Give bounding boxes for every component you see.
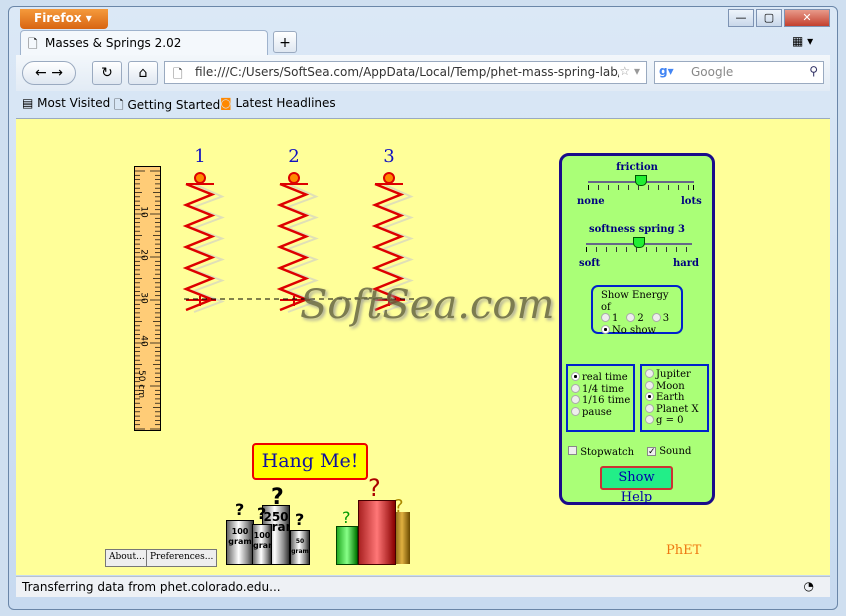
radio-2[interactable]: 2 [626,313,644,324]
ruler-label: 40 [138,335,149,347]
weight-50-gram[interactable]: 50 gram [290,530,310,565]
new-tab-button[interactable]: + [273,31,297,53]
ruler[interactable]: 10 20 30 40 50 cm [134,166,161,431]
radio-real-time[interactable]: real time [571,372,633,384]
firefox-menu-button[interactable]: Firefox ▾ [20,9,108,29]
search-input[interactable]: g▾ Google ⚲ [654,61,824,84]
energy-box: Show Energy of 1 2 3 No show [591,285,683,337]
preferences-button[interactable]: Preferences... [146,549,218,567]
reload-button[interactable]: ↻ [92,61,122,85]
page-icon: 🗋 [173,67,183,81]
spring-label: 2 [288,146,299,167]
search-icon[interactable]: ⚲ [809,64,818,78]
hook-icon: ? [295,510,305,529]
bookmark-getting-started[interactable]: 🗋 Getting Started [114,96,220,117]
spring-hook-3 [383,172,395,184]
watermark: SoftSea.com [300,282,555,328]
mass-gold[interactable] [394,512,410,564]
hook-icon: ? [368,474,381,502]
radio-1[interactable]: 1 [601,313,618,324]
radio-no-show[interactable]: No show [601,324,681,337]
radio-1-4-time[interactable]: 1/4 time [571,383,633,396]
maximize-button[interactable]: ▢ [756,9,782,27]
softness-max-label: hard [673,258,700,269]
hook-icon: ? [342,508,351,527]
control-panel: friction none lots softness spring 3 sof… [559,153,715,505]
spring-label: 1 [194,146,205,167]
stopwatch-checkbox[interactable]: Stopwatch [568,446,634,458]
hook-icon: ? [257,504,267,523]
close-button[interactable]: ✕ [784,9,830,27]
radio-1-16-time[interactable]: 1/16 time [571,395,633,407]
energy-title: Show Energy of [601,290,669,313]
mass-green[interactable] [336,526,358,565]
radio-g-0[interactable]: g = 0 [645,415,707,427]
weight-100-gram[interactable]: 100gram [252,524,272,565]
loading-icon: ◔ [803,579,814,593]
bookmark-most-visited[interactable]: ▤ Most Visited [22,96,110,110]
bookmark-latest-headlines[interactable]: ◙ Latest Headlines [220,96,336,110]
minimize-button[interactable]: — [728,9,754,27]
address-bar[interactable]: 🗋 file:///C:/Users/SoftSea.com/AppData/Lo… [164,61,647,84]
ruler-label: 10 [138,206,149,218]
ruler-label: 20 [138,249,149,261]
page-icon: 🗋 [28,37,38,51]
tab-masses-springs[interactable]: 🗋 Masses & Springs 2.02 [20,30,268,55]
time-speed-box: real time 1/4 time 1/16 time pause [566,364,635,432]
radio-moon[interactable]: Moon [645,380,707,393]
weight-100-gram[interactable]: 100gram [226,520,254,565]
status-bar: Transferring data from phet.colorado.edu… [16,576,830,597]
softness-min-label: soft [579,258,601,269]
radio-pause[interactable]: pause [571,406,633,419]
spring-hook-1 [194,172,206,184]
show-help-button[interactable]: Show Help [600,466,673,505]
hang-me-label: Hang Me! [252,443,368,480]
back-forward-button[interactable]: ← → [22,61,76,85]
friction-min-label: none [577,196,605,207]
home-button[interactable]: ⌂ [128,61,158,85]
ruler-label: 30 [138,292,149,304]
gravity-box: Jupiter Moon Earth Planet Xg = 0 [640,364,709,432]
status-text: Transferring data from phet.colorado.edu… [22,580,281,594]
softness-label: softness spring 3 [589,224,685,235]
mass-red[interactable] [358,500,396,565]
rss-icon: ◙ [220,96,232,110]
spring-hook-2 [288,172,300,184]
friction-label: friction [616,162,658,173]
sound-checkbox[interactable]: ✓ Sound [647,446,691,457]
about-button[interactable]: About... [105,549,149,567]
radio-3[interactable]: 3 [651,313,669,324]
hook-icon: ? [235,500,245,519]
friction-slider-thumb[interactable] [635,175,647,186]
bookmark-star-icon[interactable]: ☆ ▾ [619,64,640,78]
tab-groups-icon[interactable]: ▦ ▾ [792,34,813,48]
phet-logo: PhET [666,543,702,558]
radio-earth[interactable]: Earth [645,392,707,404]
ruler-label: 50 cm [136,369,147,399]
radio-planet-x[interactable]: Planet X [645,403,707,416]
softness-slider-thumb[interactable] [633,237,645,248]
spring-label: 3 [383,146,394,167]
friction-max-label: lots [681,196,702,207]
radio-jupiter[interactable]: Jupiter [645,369,707,381]
google-icon: g▾ [659,64,674,78]
